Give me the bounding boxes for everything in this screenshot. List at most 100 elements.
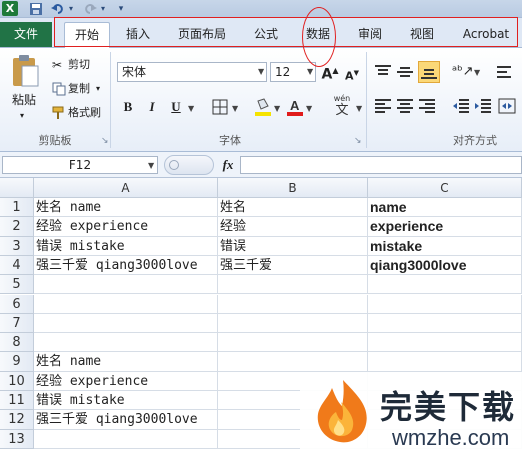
clipboard-launcher-icon[interactable]: ↘ — [101, 136, 109, 146]
row-header[interactable]: 7 — [0, 313, 34, 334]
font-launcher-icon[interactable]: ↘ — [354, 136, 362, 146]
format-painter-button[interactable]: 格式刷 — [68, 105, 101, 121]
increase-indent-icon[interactable] — [474, 98, 492, 114]
bold-button[interactable]: B — [118, 97, 138, 117]
customize-toolbar-icon[interactable]: ▾ — [116, 2, 126, 16]
font-color-dropdown-icon[interactable]: ▼ — [306, 104, 312, 113]
cell-a12[interactable]: 强三千爱 qiang3000love — [34, 410, 218, 430]
cell-c2[interactable]: experience — [368, 217, 522, 237]
copy-dropdown-icon[interactable]: ▾ — [96, 81, 100, 97]
phonetic-dropdown-icon[interactable]: ▼ — [356, 104, 362, 113]
row-header[interactable]: 5 — [0, 275, 34, 295]
cell-c9[interactable] — [368, 352, 522, 372]
italic-button[interactable]: I — [142, 97, 162, 117]
formula-input[interactable] — [240, 156, 522, 174]
row-header[interactable]: 2 — [0, 217, 34, 237]
undo-dropdown-icon[interactable]: ▾ — [66, 2, 76, 16]
insert-function-button[interactable]: fx — [218, 155, 238, 175]
excel-logo-icon[interactable]: X — [2, 1, 18, 16]
cut-button[interactable]: 剪切 — [68, 57, 90, 73]
cell-b6[interactable] — [218, 294, 368, 314]
cell-a7[interactable] — [34, 313, 218, 334]
row-header[interactable]: 3 — [0, 236, 34, 256]
font-color-icon[interactable]: A — [286, 97, 304, 117]
cell-a11[interactable]: 错误 mistake — [34, 391, 218, 411]
font-name-select[interactable]: 宋体 — [117, 62, 267, 82]
row-header[interactable]: 6 — [0, 294, 34, 314]
merge-center-icon[interactable] — [498, 98, 516, 114]
font-name-dropdown-icon[interactable]: ▼ — [258, 67, 264, 76]
align-center-icon[interactable] — [396, 98, 414, 114]
cell-c5[interactable] — [368, 275, 522, 295]
underline-dropdown-icon[interactable]: ▼ — [188, 104, 194, 113]
row-header[interactable]: 11 — [0, 391, 34, 411]
cell-a9[interactable]: 姓名 name — [34, 352, 218, 372]
cell-c7[interactable] — [368, 313, 522, 334]
underline-button[interactable]: U — [166, 97, 186, 117]
row-header[interactable]: 8 — [0, 333, 34, 353]
cell-a4[interactable]: 强三千爱 qiang3000love — [34, 255, 218, 276]
cell-b8[interactable] — [218, 333, 368, 353]
cell-c6[interactable] — [368, 294, 522, 314]
wrap-text-icon[interactable] — [496, 64, 516, 80]
cell-c8[interactable] — [368, 333, 522, 353]
row-header[interactable]: 10 — [0, 371, 34, 391]
decrease-indent-icon[interactable] — [452, 98, 470, 114]
cell-b3[interactable]: 错误 — [218, 236, 368, 256]
cell-a2[interactable]: 经验 experience — [34, 217, 218, 237]
column-header-b[interactable]: B — [218, 178, 368, 198]
row-header[interactable]: 12 — [0, 410, 34, 430]
row-header[interactable]: 4 — [0, 255, 34, 276]
shrink-font-button[interactable]: A▼ — [342, 63, 362, 83]
cell-a10[interactable]: 经验 experience — [34, 371, 218, 391]
cell-b5[interactable] — [218, 275, 368, 295]
row-header[interactable]: 9 — [0, 352, 34, 372]
copy-button[interactable]: 复制 — [68, 81, 90, 97]
fill-color-dropdown-icon[interactable]: ▼ — [274, 104, 280, 113]
cell-b9[interactable] — [218, 352, 368, 372]
select-all-corner[interactable] — [0, 178, 34, 198]
cell-a13[interactable] — [34, 429, 218, 449]
paste-button[interactable]: 粘贴 — [12, 92, 36, 108]
orientation-dropdown-icon[interactable]: ▼ — [474, 68, 480, 77]
undo-icon[interactable] — [50, 2, 66, 16]
format-painter-icon[interactable] — [52, 106, 66, 120]
font-size-dropdown-icon[interactable]: ▼ — [307, 67, 313, 76]
paste-dropdown-icon[interactable]: ▾ — [20, 108, 24, 124]
column-header-a[interactable]: A — [34, 178, 218, 198]
copy-icon[interactable] — [52, 82, 66, 96]
column-header-c[interactable]: C — [368, 178, 522, 198]
redo-icon[interactable] — [82, 2, 98, 16]
orientation-icon[interactable]: ᵃᵇ↗ — [452, 64, 474, 80]
fill-color-icon[interactable] — [254, 97, 272, 117]
cell-b4[interactable]: 强三千爱 — [218, 255, 368, 276]
redo-dropdown-icon[interactable]: ▾ — [98, 2, 108, 16]
align-bottom-icon[interactable] — [418, 61, 440, 83]
align-left-icon[interactable] — [374, 98, 392, 114]
row-header[interactable]: 1 — [0, 198, 34, 218]
tab-file[interactable]: 文件 — [0, 22, 52, 47]
borders-icon[interactable] — [212, 99, 228, 115]
cell-a8[interactable] — [34, 333, 218, 353]
cell-b7[interactable] — [218, 313, 368, 334]
cell-b2[interactable]: 经验 — [218, 217, 368, 237]
scissors-icon[interactable]: ✂ — [52, 58, 66, 72]
name-box-dropdown-icon[interactable]: ▼ — [148, 161, 154, 170]
save-icon[interactable] — [28, 2, 44, 16]
phonetic-guide-icon[interactable]: wén 文 — [330, 95, 354, 119]
row-header[interactable]: 13 — [0, 429, 34, 449]
cell-c1[interactable]: name — [368, 198, 522, 218]
name-box[interactable]: F12 — [2, 156, 158, 174]
cell-b1[interactable]: 姓名 — [218, 198, 368, 218]
align-top-icon[interactable] — [374, 64, 392, 80]
align-right-icon[interactable] — [418, 98, 436, 114]
cell-a1[interactable]: 姓名 name — [34, 198, 218, 218]
formula-bar-expander[interactable] — [164, 155, 214, 175]
cell-c3[interactable]: mistake — [368, 236, 522, 256]
paste-icon[interactable] — [10, 54, 40, 88]
cell-a5[interactable] — [34, 275, 218, 295]
borders-dropdown-icon[interactable]: ▼ — [232, 104, 238, 113]
align-middle-icon[interactable] — [396, 64, 414, 80]
cell-c4[interactable]: qiang3000love — [368, 255, 522, 276]
cell-a3[interactable]: 错误 mistake — [34, 236, 218, 256]
